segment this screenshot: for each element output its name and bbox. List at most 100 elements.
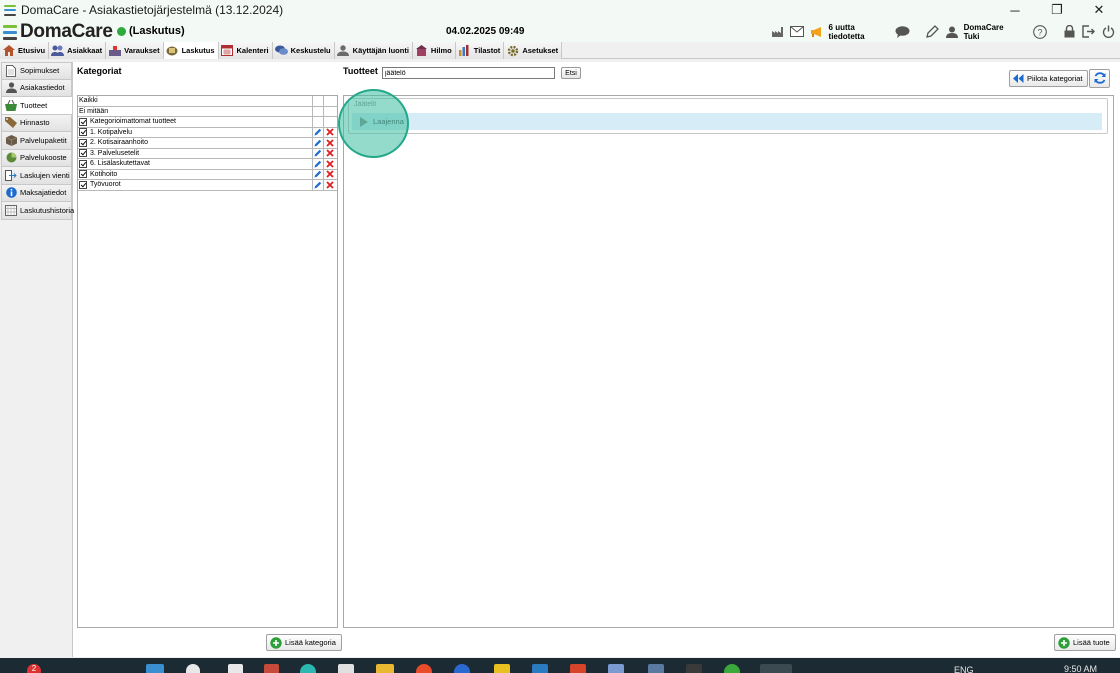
active-app-icon[interactable]: [760, 664, 792, 673]
current-user[interactable]: DomaCare Tuki: [964, 23, 1020, 41]
tab-tilastot[interactable]: Tilastot: [455, 42, 505, 59]
clock[interactable]: 9:50 AM: [1064, 664, 1097, 673]
category-checkbox[interactable]: [79, 180, 87, 189]
language-indicator[interactable]: ENG: [954, 665, 974, 673]
export-icon: [5, 169, 17, 181]
sidebar-item-tuotteet[interactable]: Tuotteet: [1, 97, 72, 115]
products-title: Tuotteet: [343, 66, 378, 76]
category-row[interactable]: Ei mitään: [78, 106, 337, 117]
edge-icon[interactable]: [300, 664, 316, 673]
delete-icon[interactable]: [324, 170, 335, 180]
start-icon[interactable]: [146, 664, 164, 673]
expand-row[interactable]: Laajenna: [352, 113, 1102, 130]
category-row[interactable]: Kategorioimattomat tuotteet: [78, 117, 337, 128]
app-icon[interactable]: [454, 664, 470, 673]
folder-icon[interactable]: [376, 664, 394, 673]
edit-icon[interactable]: [313, 138, 324, 148]
minimize-button[interactable]: ─: [994, 0, 1036, 20]
refresh-button[interactable]: [1089, 69, 1110, 88]
app-icon[interactable]: [494, 664, 510, 673]
document-icon: [5, 64, 17, 77]
delete-icon[interactable]: [324, 128, 335, 138]
category-checkbox[interactable]: [79, 117, 87, 126]
tab-kayttajan-luonti[interactable]: Käyttäjän luonti: [334, 42, 413, 59]
megaphone-icon[interactable]: [809, 25, 825, 39]
category-checkbox[interactable]: [79, 170, 87, 179]
add-product-button[interactable]: Lisää tuote: [1054, 634, 1116, 651]
add-category-button[interactable]: Lisää kategoria: [266, 634, 342, 651]
help-icon[interactable]: ?: [1032, 24, 1048, 39]
product-search-input[interactable]: [382, 67, 555, 79]
task-view-icon[interactable]: [228, 664, 243, 673]
category-checkbox[interactable]: [79, 128, 87, 137]
app-icon[interactable]: [264, 664, 279, 673]
category-checkbox[interactable]: [79, 159, 87, 168]
category-row[interactable]: Kaikki: [78, 96, 337, 107]
history-icon: [5, 204, 17, 216]
sidebar-item-asiakastiedot[interactable]: Asiakastiedot: [1, 79, 72, 97]
app-icon[interactable]: [724, 664, 740, 673]
delete-icon[interactable]: [324, 138, 335, 148]
tab-asetukset[interactable]: Asetukset: [504, 42, 563, 59]
mail-icon[interactable]: [790, 25, 806, 39]
sidebar-item-laskutushistoria[interactable]: Laskutushistoria: [1, 202, 74, 220]
tab-hilmo[interactable]: Hilmo: [412, 42, 456, 59]
app-icon[interactable]: [648, 664, 664, 673]
category-row[interactable]: 6. Lisälaskutettavat: [78, 159, 337, 170]
factory-icon[interactable]: [770, 25, 786, 39]
chat-bubble-icon[interactable]: [895, 25, 911, 39]
sidebar-item-maksajatiedot[interactable]: Maksajatiedot: [1, 184, 72, 202]
category-row[interactable]: 1. Kotipalvelu: [78, 127, 337, 138]
settings-icon: [506, 45, 519, 57]
domacare-logo: DomaCare: [3, 21, 113, 43]
app-icon[interactable]: [608, 664, 624, 673]
sidebar-item-sopimukset[interactable]: Sopimukset: [1, 62, 72, 80]
categories-panel: Kaikki Ei mitään Kategorioimattomat tuot…: [77, 95, 338, 628]
close-button[interactable]: ✕: [1078, 0, 1120, 20]
edit-icon[interactable]: [313, 180, 324, 190]
search-icon[interactable]: [186, 664, 200, 673]
tab-varaukset[interactable]: Varaukset: [106, 42, 164, 59]
search-button[interactable]: Etsi: [561, 67, 581, 79]
app-icon[interactable]: [416, 664, 432, 673]
edit-icon[interactable]: [313, 148, 324, 158]
tab-kalenteri[interactable]: Kalenteri: [218, 42, 273, 59]
category-row[interactable]: Kotihoito: [78, 169, 337, 180]
tab-asiakkaat[interactable]: Asiakkaat: [49, 42, 107, 59]
plus-icon: [270, 636, 282, 649]
category-row[interactable]: Työvuorot: [78, 180, 337, 191]
delete-icon[interactable]: [324, 149, 335, 159]
edit-icon[interactable]: [313, 169, 324, 179]
app-name: DomaCare: [20, 21, 113, 42]
sidebar-item-palvelukooste[interactable]: Palvelukooste: [1, 149, 72, 167]
logout-icon[interactable]: [1081, 25, 1097, 39]
power-icon[interactable]: [1100, 25, 1116, 39]
user-icon: [944, 25, 960, 39]
lock-icon[interactable]: [1061, 25, 1077, 39]
hide-categories-button[interactable]: Piilota kategoriat: [1009, 70, 1089, 87]
delete-icon[interactable]: [324, 159, 335, 169]
app-icon[interactable]: [686, 664, 702, 673]
app-icon[interactable]: [532, 664, 548, 673]
sidebar-item-hinnasto[interactable]: Hinnasto: [1, 114, 72, 132]
sidebar-item-laskujen-vienti[interactable]: Laskujen vienti: [1, 167, 72, 185]
edit-icon[interactable]: [313, 127, 324, 137]
tab-etusivu[interactable]: Etusivu: [0, 42, 50, 59]
edit-icon[interactable]: [313, 159, 324, 169]
notifications-link[interactable]: 6 uutta tiedotetta: [829, 23, 892, 41]
restore-button[interactable]: ❐: [1036, 0, 1078, 20]
customers-icon: [51, 45, 65, 57]
sidebar-item-palvelupaketit[interactable]: Palvelupaketit: [1, 132, 72, 150]
app-icon[interactable]: [570, 664, 586, 673]
tab-keskustelu[interactable]: Keskustelu: [272, 42, 335, 59]
products-panel: [343, 95, 1114, 628]
category-row[interactable]: 2. Kotisairaanhoito: [78, 138, 337, 149]
category-row[interactable]: 3. Palvelusetelit: [78, 148, 337, 159]
calendar-icon: [221, 45, 234, 57]
pencil-icon[interactable]: [925, 25, 941, 39]
app-icon[interactable]: [338, 664, 354, 673]
category-checkbox[interactable]: [79, 138, 87, 147]
category-checkbox[interactable]: [79, 149, 87, 158]
tab-laskutus[interactable]: Laskutus: [163, 42, 219, 59]
delete-icon[interactable]: [324, 180, 335, 190]
